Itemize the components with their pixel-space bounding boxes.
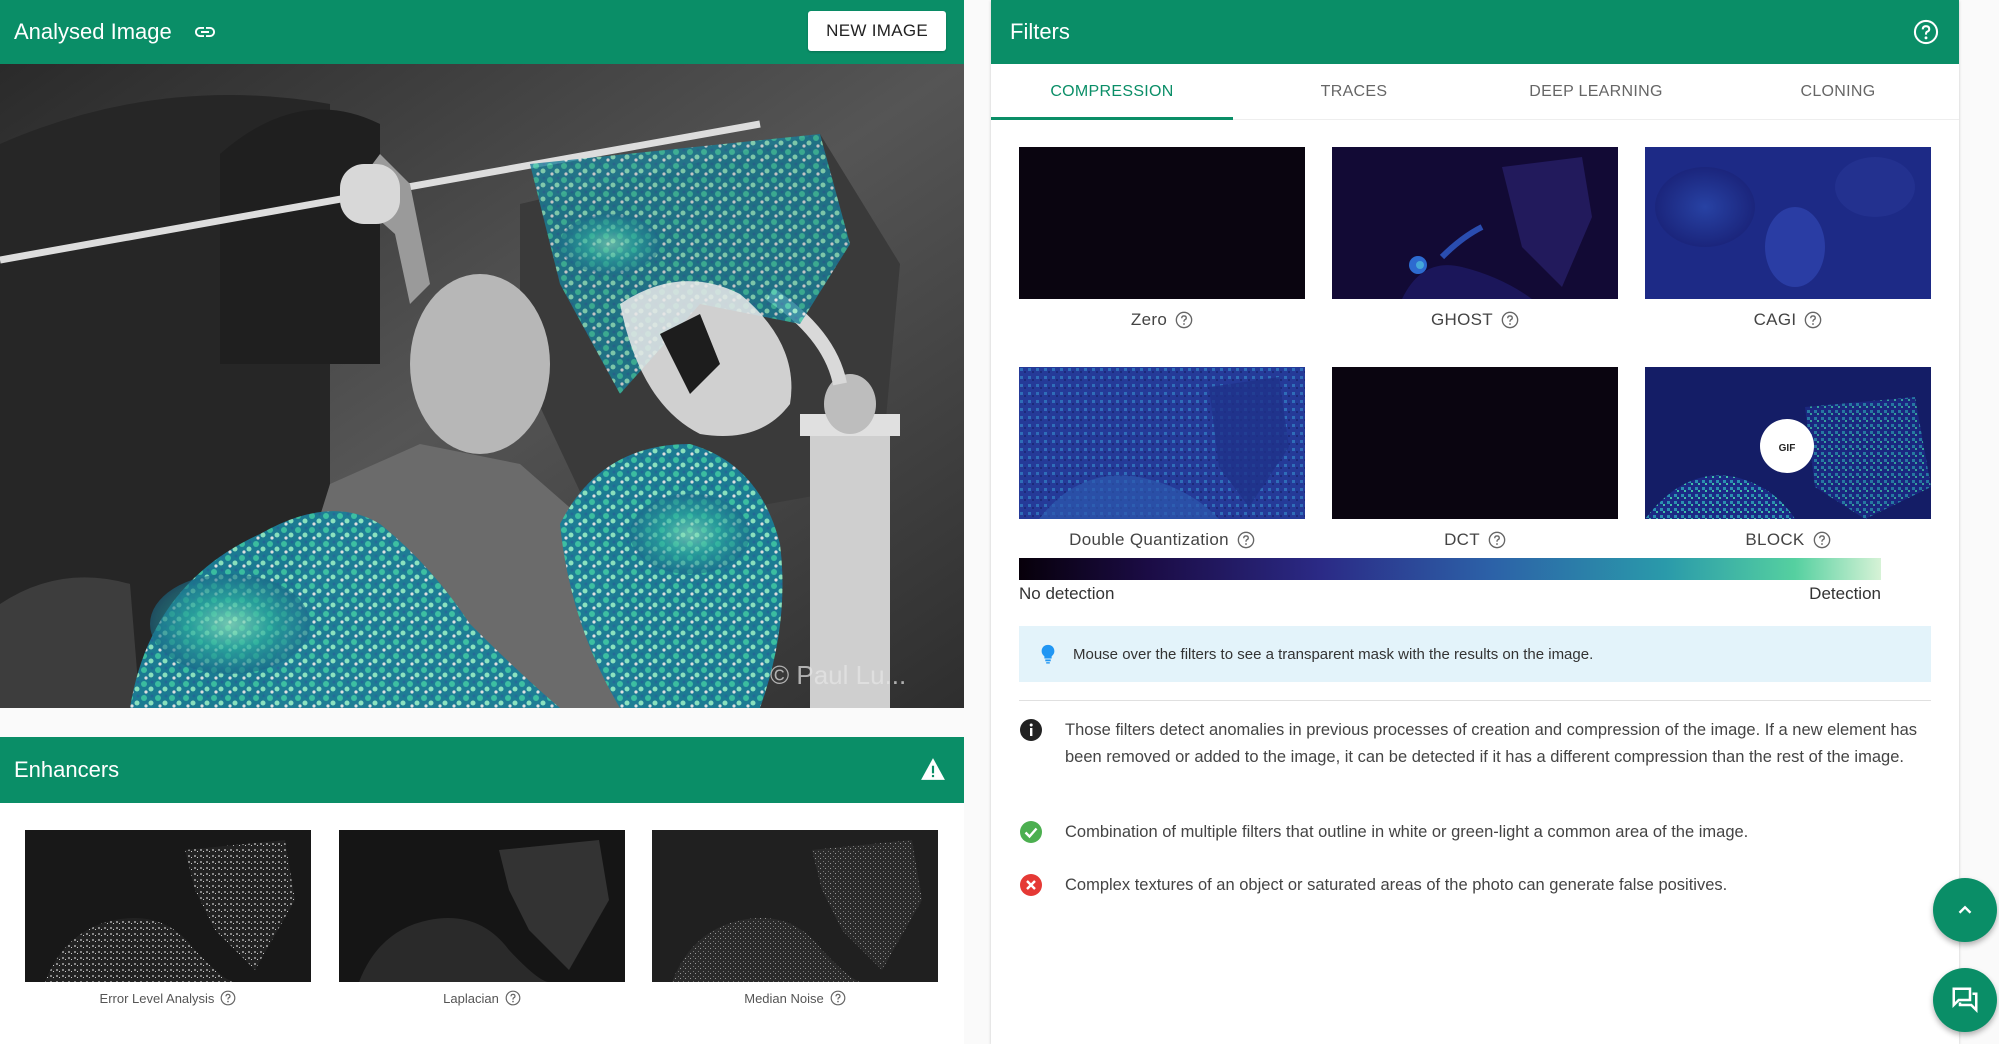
filter-label: Zero bbox=[1130, 310, 1168, 329]
filters-header: Filters bbox=[991, 0, 1959, 64]
scale-low-label: No detection bbox=[1019, 584, 1115, 603]
note-info: Those filters detect anomalies in previo… bbox=[1019, 717, 1919, 771]
help-icon[interactable] bbox=[1488, 531, 1506, 549]
note-success: Combination of multiple filters that out… bbox=[1019, 819, 1919, 846]
enhancers-title: Enhancers bbox=[14, 757, 120, 782]
filter-cagi[interactable]: CAGI bbox=[1645, 147, 1931, 330]
filter-label: GHOST bbox=[1431, 310, 1493, 329]
enhancer-thumbnail[interactable] bbox=[339, 830, 625, 982]
hint-text: Mouse over the filters to see a transpar… bbox=[1073, 645, 1594, 663]
detection-scale-bar bbox=[1019, 558, 1881, 580]
analysed-image[interactable]: © Paul Lu... bbox=[0, 64, 964, 708]
enhancer-laplacian[interactable]: Laplacian bbox=[339, 830, 625, 1006]
scale-high-label: Detection bbox=[1809, 584, 1881, 603]
analysed-image-title: Analysed Image bbox=[14, 19, 172, 44]
enhancer-label: Laplacian bbox=[443, 990, 499, 1006]
help-icon[interactable] bbox=[1237, 531, 1255, 549]
tab-deep-learning[interactable]: DEEP LEARNING bbox=[1475, 64, 1717, 119]
chat-button[interactable] bbox=[1933, 968, 1997, 1032]
chat-icon bbox=[1950, 985, 1980, 1015]
image-watermark: © Paul Lu... bbox=[770, 660, 906, 690]
filter-thumbnail[interactable] bbox=[1019, 147, 1305, 299]
enhancers-header: Enhancers bbox=[0, 737, 964, 803]
enhancer-thumbnail[interactable] bbox=[652, 830, 938, 982]
new-image-button[interactable]: NEW IMAGE bbox=[808, 11, 946, 51]
error-circle-icon bbox=[1019, 873, 1045, 899]
filter-ghost[interactable]: GHOST bbox=[1332, 147, 1618, 330]
link-icon[interactable] bbox=[192, 19, 218, 45]
help-icon[interactable] bbox=[1175, 311, 1193, 329]
filters-title: Filters bbox=[1010, 19, 1070, 44]
info-icon bbox=[1019, 718, 1045, 744]
filter-dct[interactable]: DCT bbox=[1332, 367, 1618, 550]
scroll-up-button[interactable] bbox=[1933, 878, 1997, 942]
filter-zero[interactable]: Zero bbox=[1019, 147, 1305, 330]
enhancer-label: Median Noise bbox=[744, 990, 824, 1006]
filter-thumbnail[interactable] bbox=[1332, 367, 1618, 519]
tab-cloning[interactable]: CLONING bbox=[1717, 64, 1959, 119]
divider bbox=[1019, 700, 1931, 701]
note-error: Complex textures of an object or saturat… bbox=[1019, 872, 1919, 899]
filter-thumbnail[interactable]: GIF bbox=[1645, 367, 1931, 519]
analysed-image-header: Analysed Image NEW IMAGE bbox=[0, 0, 964, 64]
filter-block[interactable]: GIF BLOCK bbox=[1645, 367, 1931, 550]
enhancers-panel: Error Level Analysis Laplacian Median No… bbox=[0, 803, 964, 1044]
help-icon[interactable] bbox=[1804, 311, 1822, 329]
filter-thumbnail[interactable] bbox=[1645, 147, 1931, 299]
filters-panel: Filters COMPRESSION TRACES DEEP LEARNING… bbox=[991, 0, 1959, 1044]
filter-label: BLOCK bbox=[1745, 530, 1805, 549]
enhancer-label: Error Level Analysis bbox=[99, 990, 215, 1006]
left-column: Analysed Image NEW IMAGE © Paul Lu... En… bbox=[0, 0, 964, 1044]
help-icon[interactable] bbox=[1913, 19, 1939, 45]
enhancer-median-noise[interactable]: Median Noise bbox=[652, 830, 938, 1006]
gif-badge: GIF bbox=[1779, 443, 1796, 454]
note-text: Combination of multiple filters that out… bbox=[1065, 823, 1749, 841]
check-circle-icon bbox=[1019, 820, 1045, 846]
tab-traces[interactable]: TRACES bbox=[1233, 64, 1475, 119]
filter-thumbnail[interactable] bbox=[1332, 147, 1618, 299]
filter-label: CAGI bbox=[1753, 310, 1797, 329]
help-icon[interactable] bbox=[220, 990, 236, 1006]
filter-tabs: COMPRESSION TRACES DEEP LEARNING CLONING bbox=[991, 64, 1959, 120]
hint-box: Mouse over the filters to see a transpar… bbox=[1019, 626, 1931, 682]
tab-compression[interactable]: COMPRESSION bbox=[991, 64, 1233, 120]
help-icon[interactable] bbox=[1501, 311, 1519, 329]
note-text: Complex textures of an object or saturat… bbox=[1065, 876, 1728, 894]
help-icon[interactable] bbox=[830, 990, 846, 1006]
filter-double-quantization[interactable]: Double Quantization bbox=[1019, 367, 1305, 550]
help-icon[interactable] bbox=[505, 990, 521, 1006]
filter-thumbnail[interactable] bbox=[1019, 367, 1305, 519]
warning-icon[interactable] bbox=[920, 757, 946, 781]
filter-label: Double Quantization bbox=[1069, 530, 1229, 549]
enhancer-ela[interactable]: Error Level Analysis bbox=[25, 830, 311, 1006]
help-icon[interactable] bbox=[1813, 531, 1831, 549]
lightbulb-icon bbox=[1039, 644, 1057, 664]
enhancer-thumbnail[interactable] bbox=[25, 830, 311, 982]
chevron-up-icon bbox=[1954, 899, 1976, 921]
note-text: Those filters detect anomalies in previo… bbox=[1065, 721, 1918, 766]
filter-label: DCT bbox=[1444, 530, 1480, 549]
